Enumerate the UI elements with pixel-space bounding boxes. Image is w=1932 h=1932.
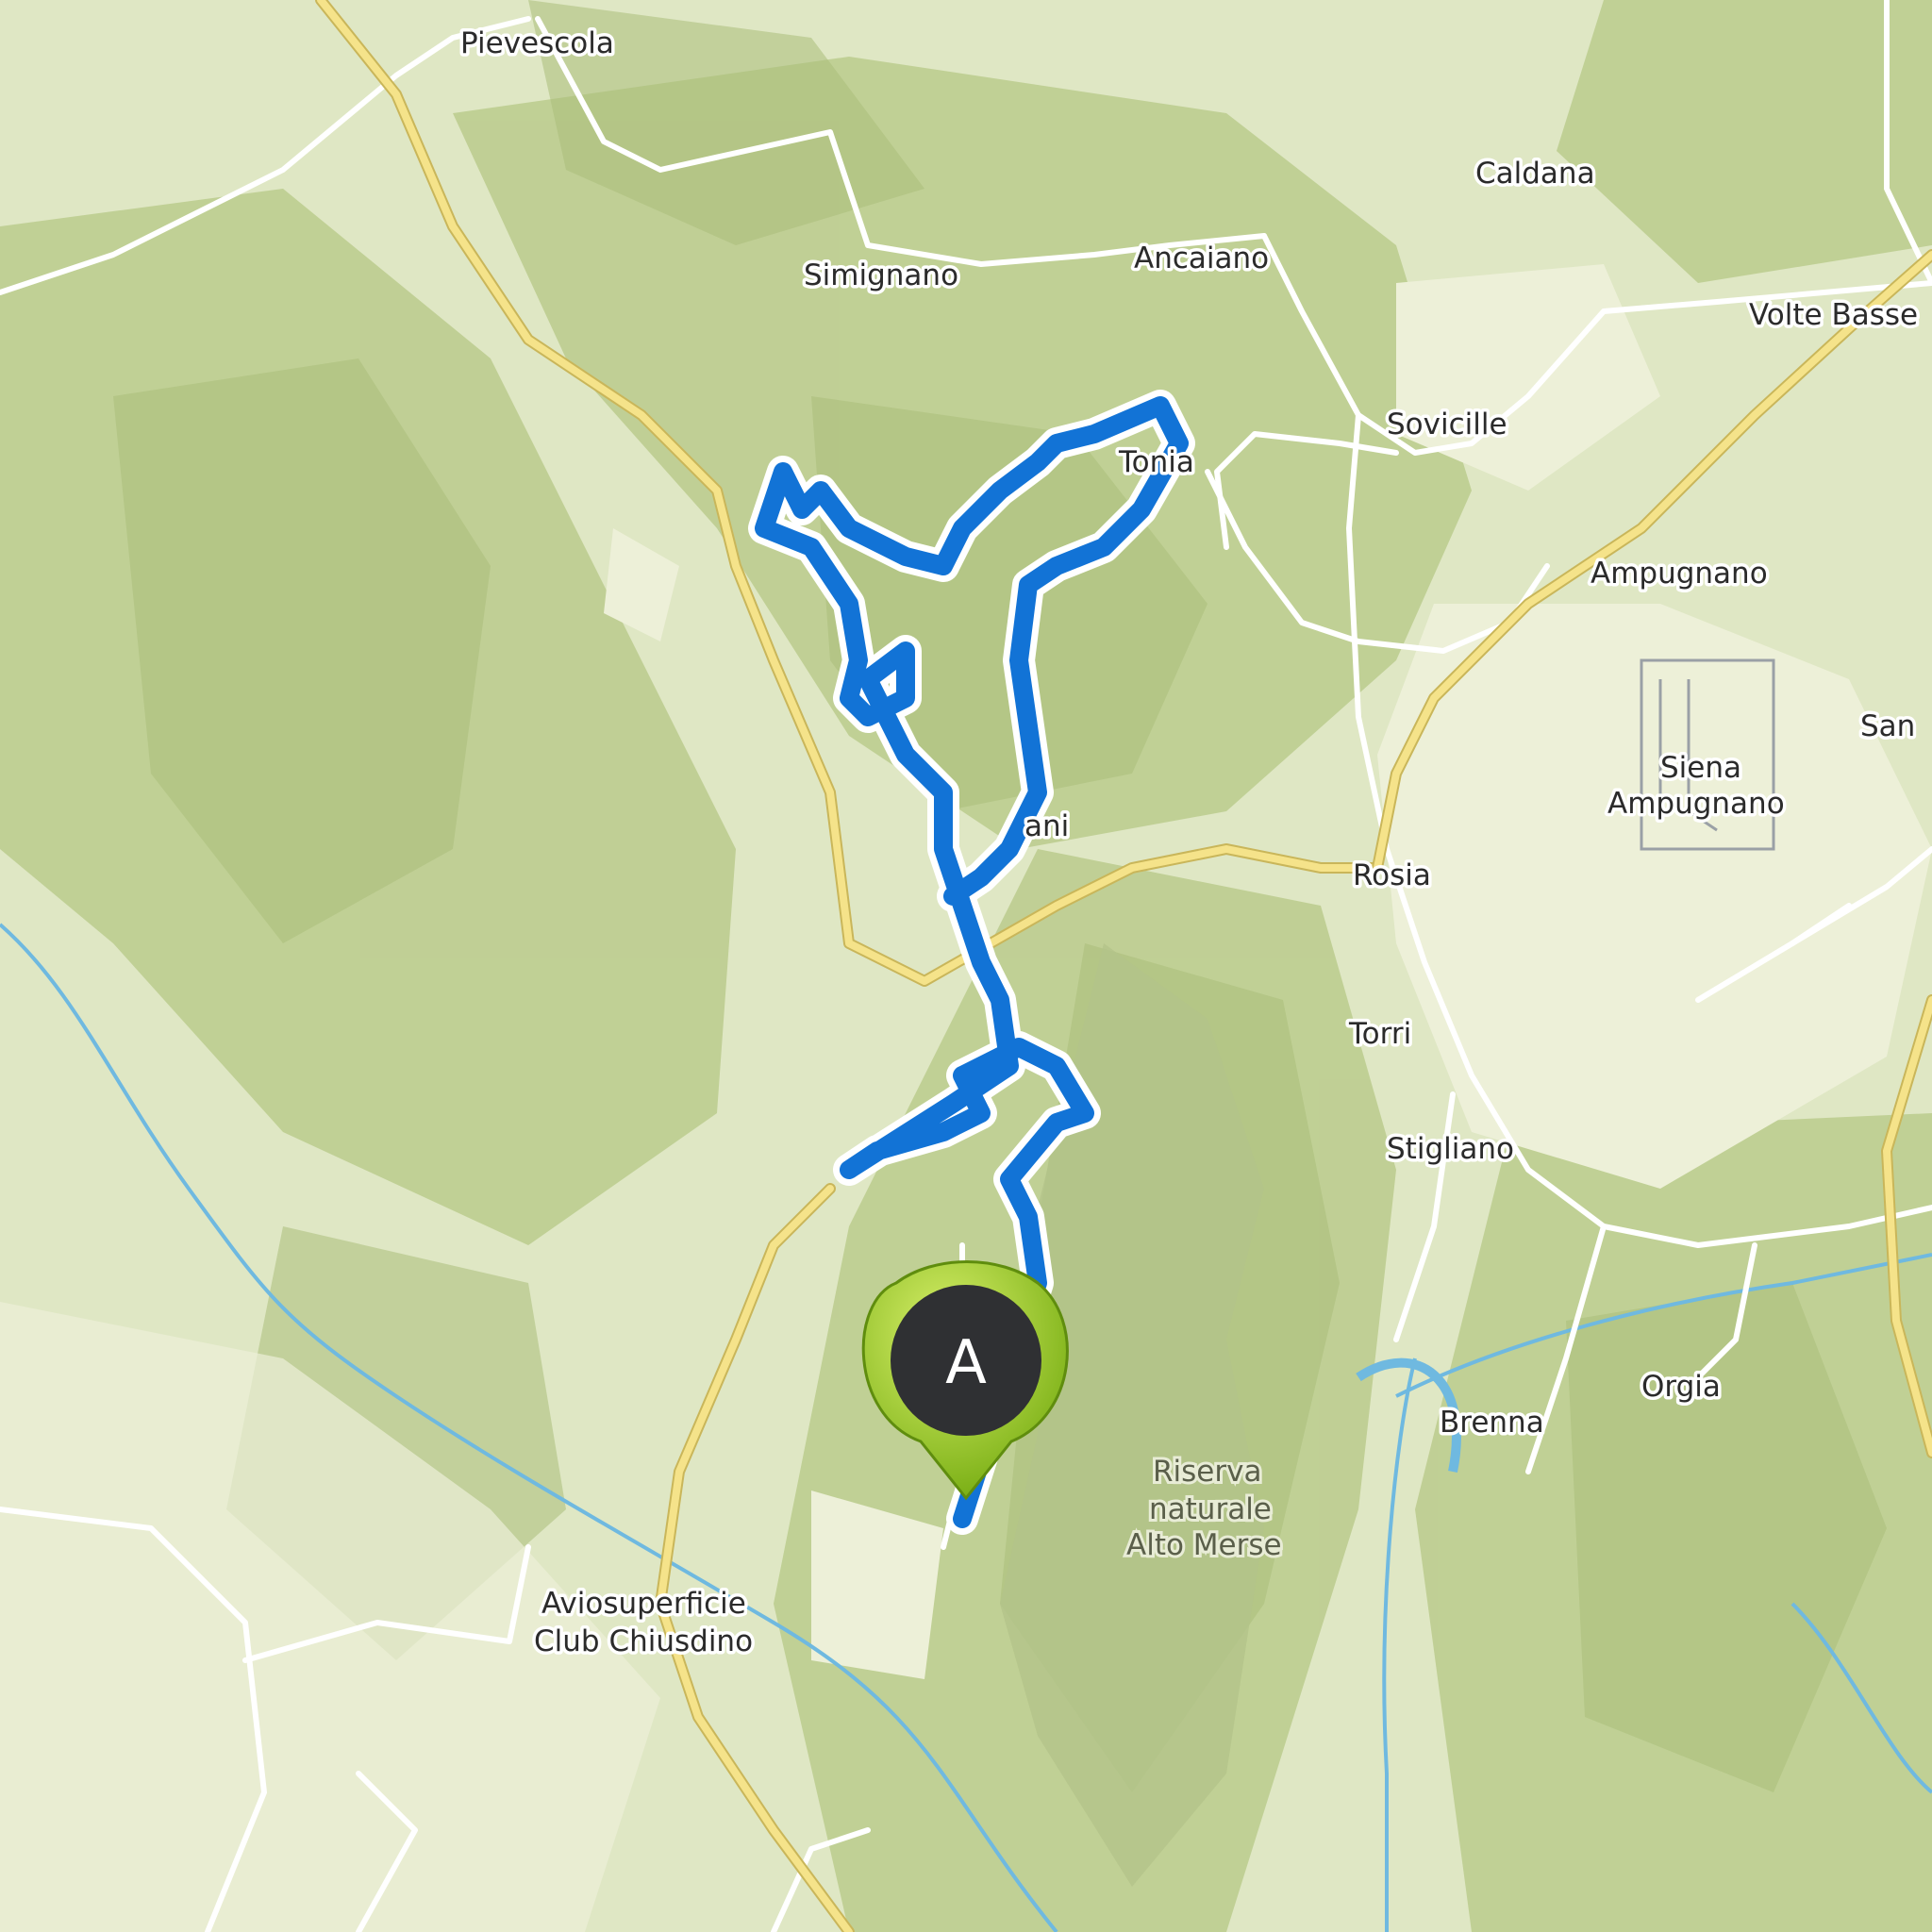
reserve-label-line3: Alto Merse — [1126, 1528, 1282, 1562]
marker-label: A — [945, 1328, 987, 1398]
map-canvas[interactable]: Pievescola Caldana Simignano Ancaiano Vo… — [0, 0, 1932, 1932]
place-ampugnano: Ampugnano — [1591, 557, 1768, 591]
place-pievescola: Pievescola — [460, 26, 614, 60]
place-bagni: ani — [1024, 809, 1069, 843]
place-siena: Siena — [1660, 751, 1741, 785]
place-caldana: Caldana — [1475, 157, 1595, 191]
place-toiano: Tonia — [1118, 445, 1194, 479]
place-volte-basse: Volte Basse — [1749, 298, 1918, 332]
place-simignano: Simignano — [804, 258, 958, 292]
place-orgia: Orgia — [1641, 1370, 1721, 1404]
place-rosia: Rosia — [1353, 858, 1431, 892]
place-brenna: Brenna — [1440, 1406, 1544, 1440]
place-sovicille: Sovicille — [1387, 408, 1507, 441]
place-torri: Torri — [1348, 1017, 1411, 1051]
reserve-label-line2: naturale — [1149, 1492, 1272, 1526]
place-siena-ampugnano: Ampugnano — [1607, 787, 1785, 821]
place-ancaiano: Ancaiano — [1134, 242, 1269, 275]
place-san: San — [1860, 709, 1915, 743]
reserve-label-line1: Riserva — [1153, 1455, 1261, 1489]
place-stigliano: Stigliano — [1387, 1132, 1514, 1166]
place-aviosuperficie: Aviosuperficie — [541, 1587, 746, 1621]
place-club-chiusdino: Club Chiusdino — [534, 1624, 753, 1658]
